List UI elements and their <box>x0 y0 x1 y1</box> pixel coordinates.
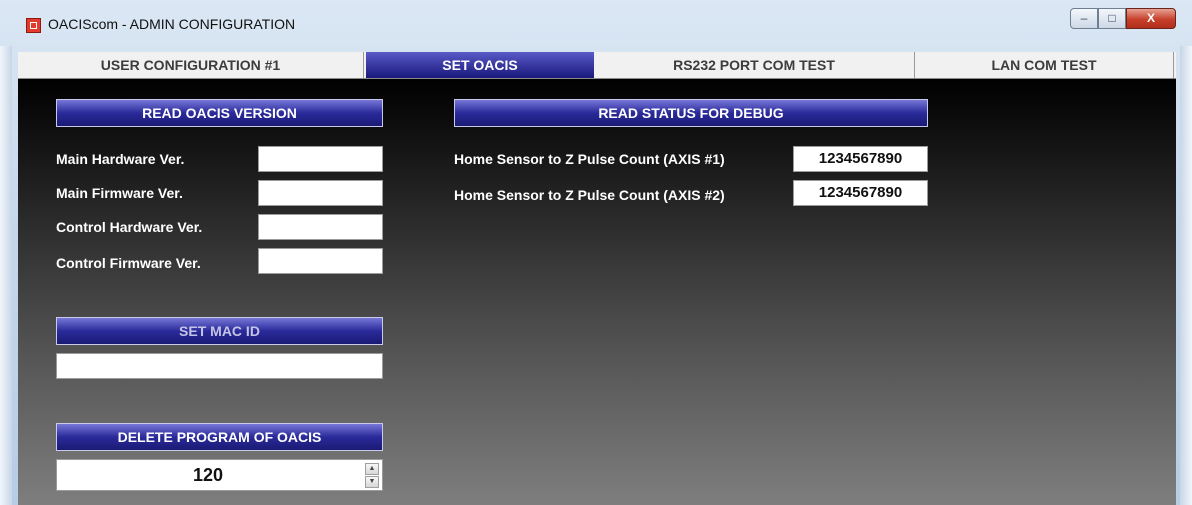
control-firmware-version-field[interactable] <box>258 248 383 274</box>
tab-user-configuration[interactable]: USER CONFIGURATION #1 <box>18 52 364 78</box>
main-hardware-version-label: Main Hardware Ver. <box>56 151 185 167</box>
spinner-down-arrow-icon[interactable]: ▼ <box>365 476 379 488</box>
delete-program-spinner[interactable]: 120 ▲ ▼ <box>56 459 383 491</box>
control-hardware-version-label: Control Hardware Ver. <box>56 219 203 235</box>
read-oacis-version-button[interactable]: READ OACIS VERSION <box>56 99 383 127</box>
spinner-up-arrow-icon[interactable]: ▲ <box>365 463 379 475</box>
control-firmware-version-label: Control Firmware Ver. <box>56 255 201 271</box>
close-button[interactable]: X <box>1126 8 1176 29</box>
axis2-pulse-count-label: Home Sensor to Z Pulse Count (AXIS #2) <box>454 187 725 203</box>
window-title: OACIScom - ADMIN CONFIGURATION <box>48 16 296 32</box>
tab-lan-com-test[interactable]: LAN COM TEST <box>915 52 1174 78</box>
axis1-pulse-count-field[interactable]: 1234567890 <box>793 146 928 172</box>
window-frame-left <box>0 46 12 505</box>
tab-bar: USER CONFIGURATION #1 SET OACIS RS232 PO… <box>18 52 1176 79</box>
tab-set-oacis[interactable]: SET OACIS <box>366 52 594 78</box>
main-hardware-version-field[interactable] <box>258 146 383 172</box>
tab-rs232-port-com-test[interactable]: RS232 PORT COM TEST <box>594 52 915 78</box>
axis1-pulse-count-label: Home Sensor to Z Pulse Count (AXIS #1) <box>454 151 725 167</box>
app-window: OACIScom - ADMIN CONFIGURATION – □ X USE… <box>0 0 1192 505</box>
delete-program-value[interactable]: 120 <box>57 460 359 490</box>
read-status-for-debug-button[interactable]: READ STATUS FOR DEBUG <box>454 99 928 127</box>
maximize-button[interactable]: □ <box>1098 8 1126 29</box>
control-hardware-version-field[interactable] <box>258 214 383 240</box>
app-icon <box>26 18 41 33</box>
window-frame-right <box>1180 46 1192 505</box>
mac-id-input[interactable] <box>56 353 383 379</box>
axis2-pulse-count-field[interactable]: 1234567890 <box>793 180 928 206</box>
minimize-button[interactable]: – <box>1070 8 1098 29</box>
set-mac-id-button[interactable]: SET MAC ID <box>56 317 383 345</box>
title-bar: OACIScom - ADMIN CONFIGURATION – □ X <box>0 0 1192 46</box>
main-firmware-version-field[interactable] <box>258 180 383 206</box>
delete-program-button[interactable]: DELETE PROGRAM OF OACIS <box>56 423 383 451</box>
main-firmware-version-label: Main Firmware Ver. <box>56 185 183 201</box>
window-controls: – □ X <box>1070 8 1176 30</box>
set-oacis-panel: READ OACIS VERSION Main Hardware Ver. Ma… <box>18 79 1176 505</box>
